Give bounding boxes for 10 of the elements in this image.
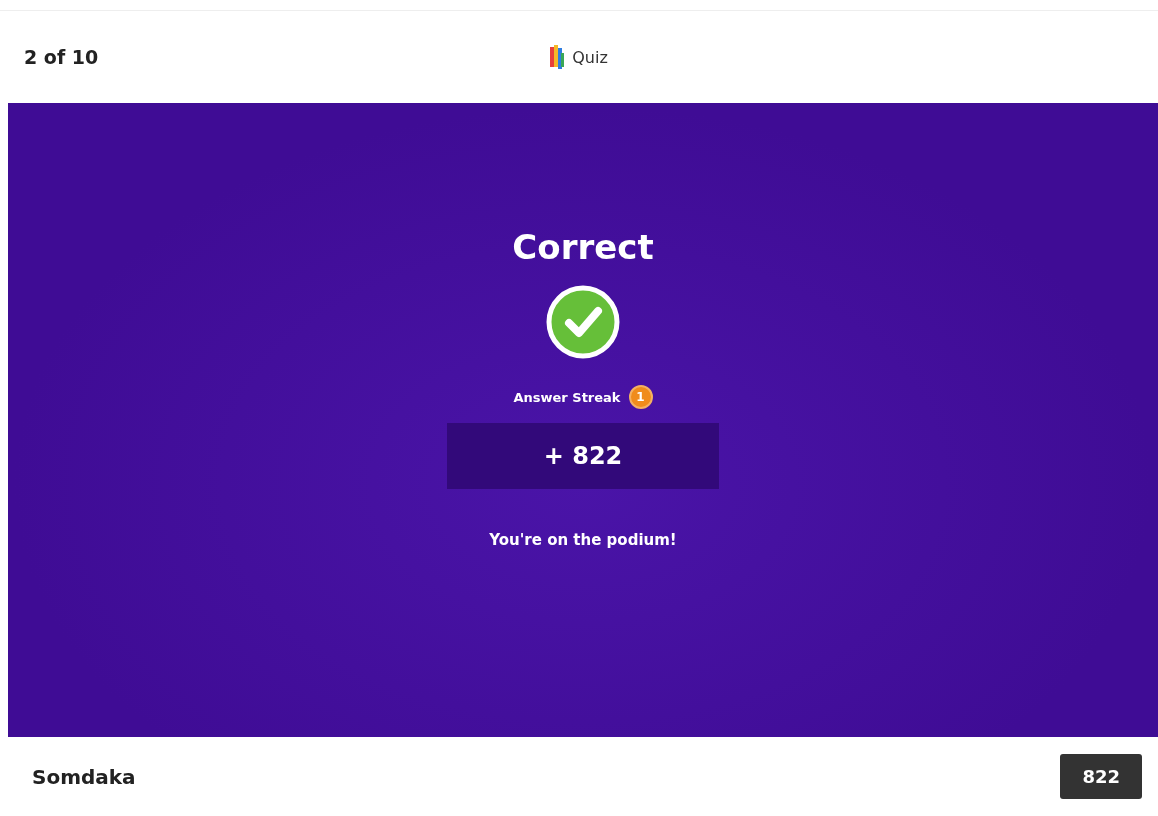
streak-badge: 1 — [628, 385, 653, 409]
check-icon — [546, 285, 620, 359]
podium-message: You're on the podium! — [489, 531, 677, 549]
quiz-logo-icon — [550, 45, 565, 69]
quiz-title: Quiz — [572, 47, 608, 67]
score-badge: 822 — [1060, 754, 1142, 799]
streak-label: Answer Streak — [513, 389, 621, 405]
player-name: Somdaka — [32, 764, 136, 789]
points-banner: + 822 — [447, 423, 719, 489]
result-heading: Correct — [512, 227, 654, 267]
